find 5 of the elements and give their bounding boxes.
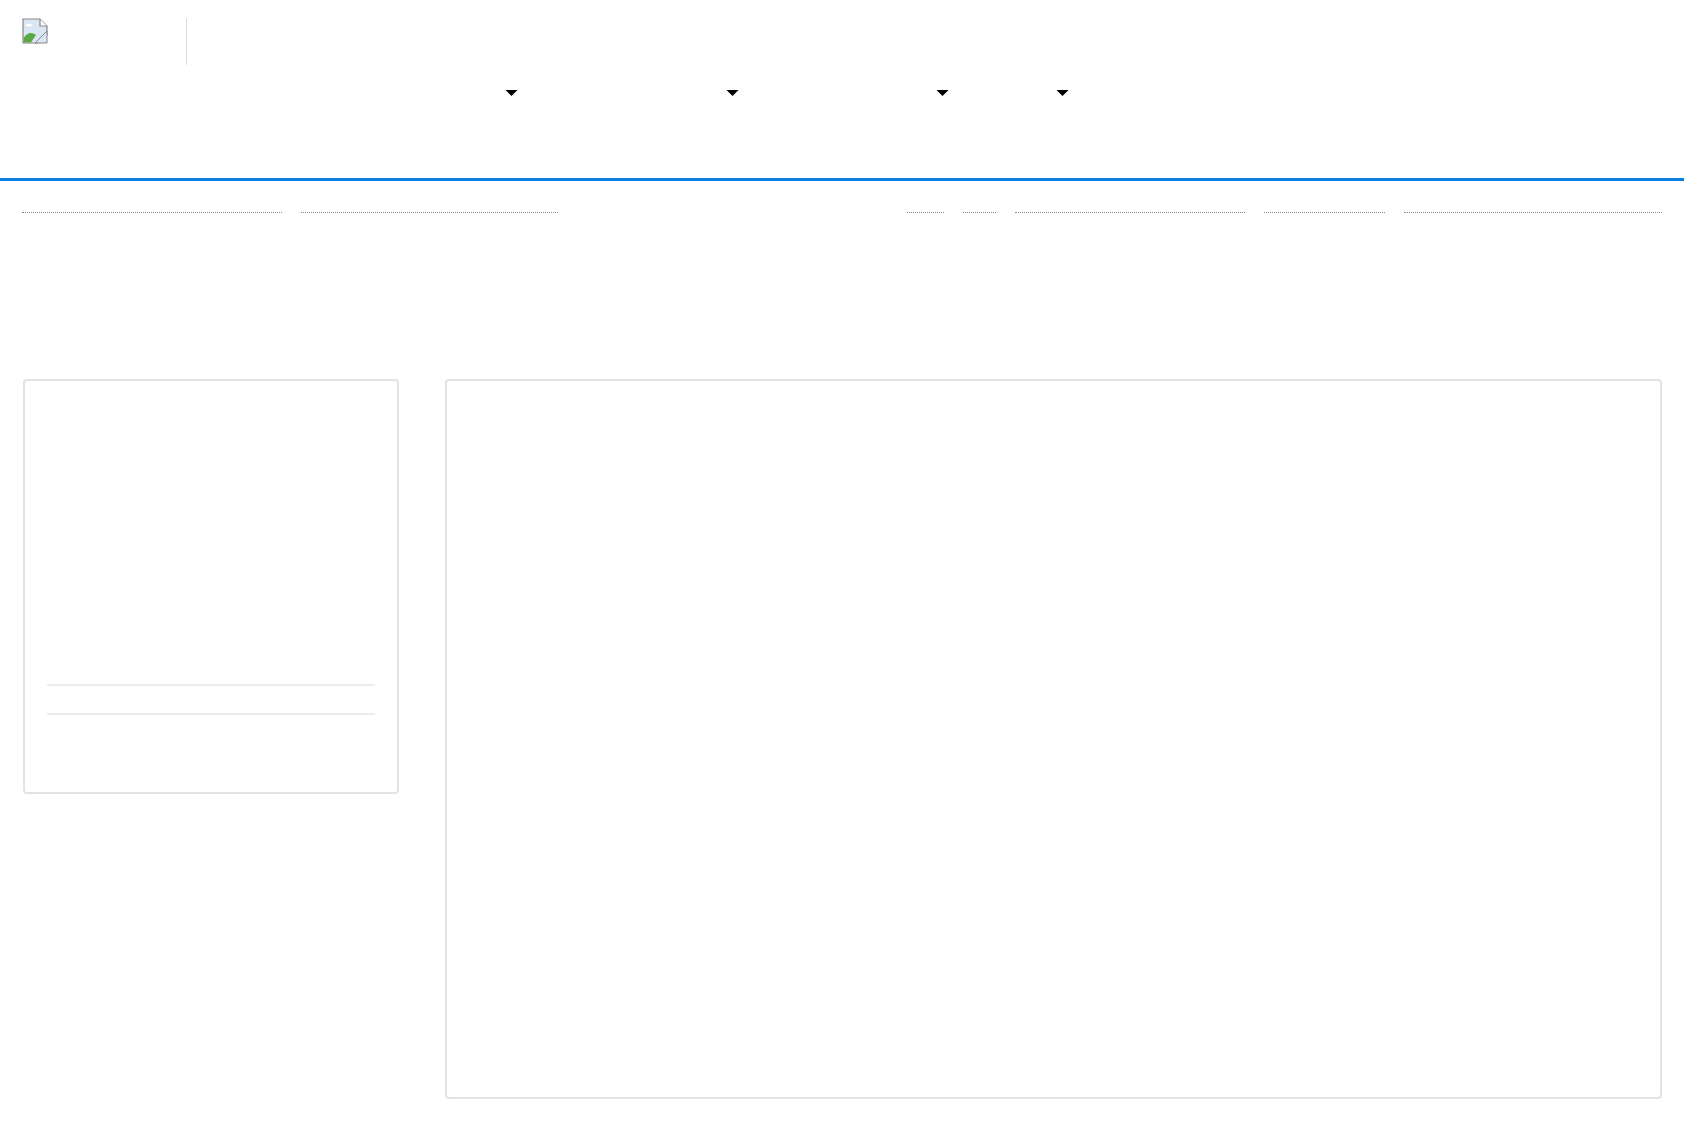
broken-image-icon bbox=[22, 18, 48, 44]
caret-icon[interactable] bbox=[726, 89, 739, 97]
caret-icon[interactable] bbox=[505, 89, 518, 97]
caret-icon[interactable] bbox=[936, 89, 949, 97]
caret-icon[interactable] bbox=[1056, 89, 1069, 97]
